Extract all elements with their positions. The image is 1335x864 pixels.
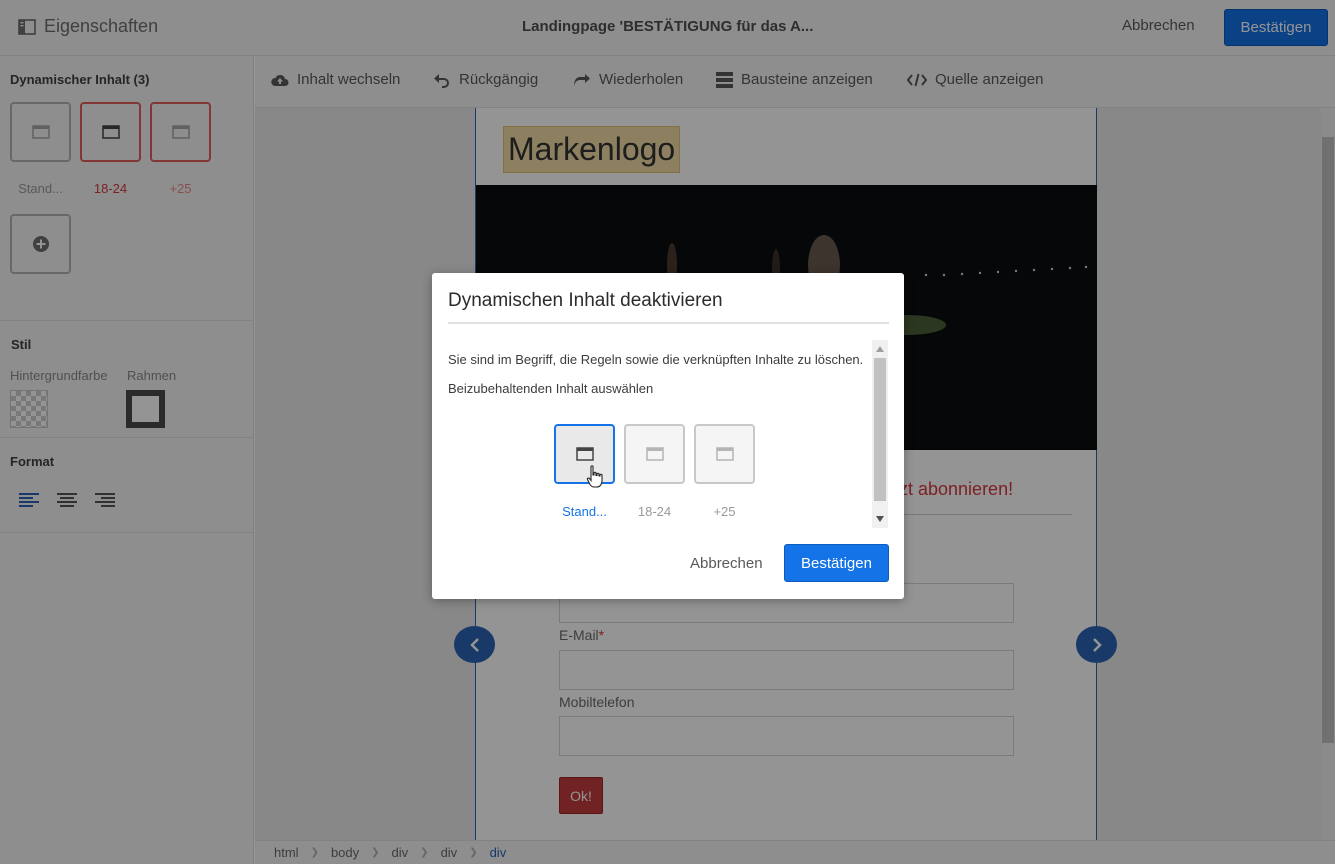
scroll-down-icon[interactable]: [872, 512, 888, 526]
dialog-confirm-button[interactable]: Bestätigen: [784, 544, 889, 582]
scroll-up-icon[interactable]: [872, 342, 888, 356]
dialog-title: Dynamischen Inhalt deaktivieren: [448, 290, 723, 311]
keep-variant-18-24[interactable]: [624, 424, 685, 484]
window-icon: [645, 447, 664, 461]
window-icon: [575, 447, 594, 461]
dialog-warning-text: Sie sind im Begriff, die Regeln sowie di…: [448, 352, 864, 367]
dialog-scrollbar[interactable]: [872, 340, 888, 528]
keep-variant-label-plus-25: +25: [713, 504, 736, 519]
keep-variant-label-18-24: 18-24: [637, 504, 672, 519]
keep-variant-standard[interactable]: [554, 424, 615, 484]
dialog-cancel-button[interactable]: Abbrechen: [690, 555, 763, 572]
dialog-divider: [448, 322, 889, 324]
dialog-scrollbar-thumb[interactable]: [874, 358, 886, 501]
keep-variant-label-standard: Stand...: [562, 504, 607, 519]
keep-variant-plus-25[interactable]: [694, 424, 755, 484]
dialog-instruction-text: Beizubehaltenden Inhalt auswählen: [448, 381, 654, 396]
hand-pointer-cursor-icon: [586, 465, 604, 494]
window-icon: [715, 447, 734, 461]
deactivate-dynamic-content-dialog: Dynamischen Inhalt deaktivieren Sie sind…: [432, 273, 904, 599]
